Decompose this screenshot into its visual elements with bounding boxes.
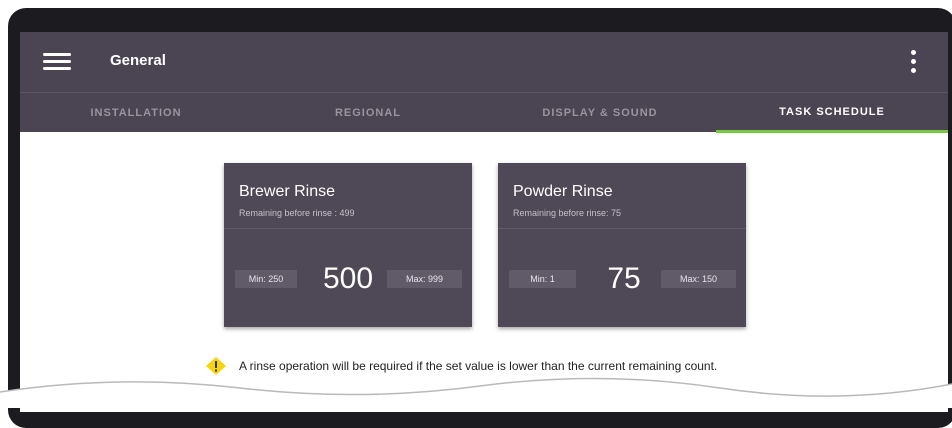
card-title: Powder Rinse [513,183,613,200]
powder-rinse-card: Powder Rinse Remaining before rinse: 75 … [498,163,746,327]
remaining-count: Remaining before rinse: 75 [513,208,622,218]
settings-tab-bar: INSTALLATION REGIONAL DISPLAY & SOUND TA… [20,92,948,133]
brewer-rinse-card: Brewer Rinse Remaining before rinse : 49… [224,163,472,327]
rinse-value-field[interactable]: 500 [308,262,388,296]
tab-task-schedule[interactable]: TASK SCHEDULE [716,93,948,133]
max-button[interactable]: Max: 150 [661,270,736,288]
device-frame: General INSTALLATION REGIONAL DISPLAY & … [8,8,952,428]
screen: General INSTALLATION REGIONAL DISPLAY & … [20,32,948,412]
rinse-value-field[interactable]: 75 [584,262,664,296]
torn-edge-decoration [0,377,952,408]
card-divider [224,228,472,229]
page-title: General [110,52,166,69]
tab-regional[interactable]: REGIONAL [252,93,484,133]
remaining-count: Remaining before rinse : 499 [239,208,355,218]
top-app-bar: General [20,32,948,92]
hamburger-menu-icon[interactable] [43,51,71,73]
tab-installation[interactable]: INSTALLATION [20,93,252,133]
max-button[interactable]: Max: 999 [387,270,462,288]
more-vertical-icon[interactable] [908,48,920,76]
tab-display-sound[interactable]: DISPLAY & SOUND [484,93,716,133]
min-button[interactable]: Min: 1 [509,270,576,288]
min-button[interactable]: Min: 250 [235,270,297,288]
card-divider [498,228,746,229]
card-title: Brewer Rinse [239,183,336,200]
